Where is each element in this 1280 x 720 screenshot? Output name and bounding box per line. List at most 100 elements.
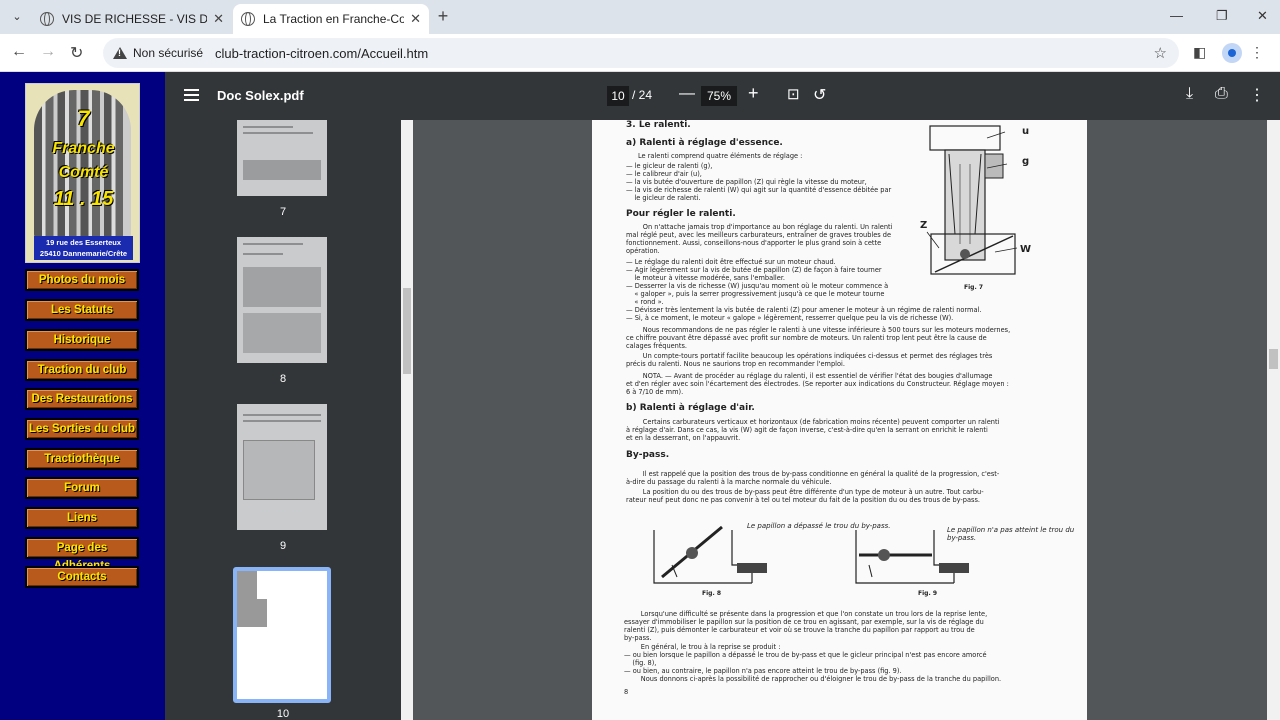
menu-tractiotheque[interactable]: Tractiothèque (25, 448, 139, 470)
tab-vis-de-richesse[interactable]: VIS DE RICHESSE - VIS DE REGLA ✕ (32, 4, 232, 34)
menu-contacts[interactable]: Contacts (25, 566, 139, 588)
thumbnail-label: 8 (279, 373, 287, 385)
side-panel-icon[interactable]: ◧ (1193, 44, 1206, 61)
new-tab-plus-icon[interactable]: + (433, 6, 453, 27)
viewer-scrollbar[interactable] (1267, 120, 1280, 720)
tab-title: La Traction en Franche-Comté (263, 12, 405, 26)
minimize-icon[interactable]: — (1170, 8, 1183, 23)
pdf-viewer: 3. Le ralenti. a) Ralenti à réglage d'es… (413, 120, 1267, 720)
logo-address: 19 rue des Esserteux 25410 Dannemarie/Cr… (34, 236, 133, 260)
menu-liens[interactable]: Liens (25, 507, 139, 529)
forward-arrow-icon[interactable]: → (40, 43, 56, 61)
scrollbar-thumb[interactable] (1269, 349, 1278, 369)
page-number-input[interactable]: 10 (607, 86, 629, 106)
paragraph: La position du ou des trous de by-pass p… (626, 488, 984, 504)
security-label: Non sécurisé (133, 46, 204, 60)
list: — le gicleur de ralenti (g), — le calibr… (626, 162, 892, 202)
paragraph: En général, le trou à la reprise se prod… (624, 643, 1002, 683)
globe-icon (40, 12, 54, 26)
thumbnail-page-8[interactable] (237, 237, 327, 363)
fig9-note: Le papillon n'a pas atteint le trou du b… (947, 526, 1075, 542)
bookmark-star-icon[interactable]: ☆ (1154, 44, 1167, 62)
paragraph: Lorsqu'une difficulté se présente dans l… (624, 610, 988, 642)
subsection-heading: Pour régler le ralenti. (626, 209, 736, 219)
thumbnail-page-9[interactable] (237, 404, 327, 530)
close-tab-icon[interactable]: ✕ (213, 11, 224, 27)
security-indicator[interactable]: Non sécurisé (103, 46, 211, 60)
tab-title: VIS DE RICHESSE - VIS DE REGLA (62, 12, 208, 26)
logo-region-1: Franche (52, 140, 115, 157)
warning-icon (113, 46, 127, 60)
thumbnail-page-10-selected[interactable] (233, 567, 331, 703)
paragraph: Nous recommandons de ne pas régler le ra… (626, 326, 1011, 350)
close-window-icon[interactable]: ✕ (1257, 8, 1268, 24)
print-icon[interactable]: ⎙ (1215, 85, 1228, 103)
thumbnail-label: 7 (279, 206, 287, 218)
figure-caption: Fig. 9 (918, 590, 937, 597)
menu-les-sorties-du-club[interactable]: Les Sorties du club (25, 418, 139, 440)
tab-search-chevron-icon[interactable]: ⌄ (8, 8, 26, 26)
bypass-figure-8 (653, 525, 767, 584)
paragraph: Un compte-tours portatif facilite beauco… (626, 352, 993, 368)
paragraph: On n'attache jamais trop d'importance au… (626, 223, 893, 255)
fig7-label-u: u (1022, 126, 1030, 137)
menu-traction-du-club[interactable]: Traction du club (25, 359, 139, 381)
club-logo: 7 Franche Comté 11 . 15 19 rue des Esser… (25, 83, 140, 263)
subsection-heading: a) Ralenti à réglage d'essence. (626, 138, 783, 148)
tab-traction-franche-comte[interactable]: La Traction en Franche-Comté ✕ (233, 4, 429, 34)
back-arrow-icon[interactable]: ← (11, 43, 27, 61)
thumbnail-page-7[interactable] (237, 120, 327, 196)
pdf-toolbar: Doc Solex.pdf 10 / 24 — 75% + ⊡ ↺ ⤓ ⎙ ⋮ (165, 72, 1280, 120)
fig7-label-g: g (1022, 156, 1030, 167)
page-number: 8 (624, 688, 629, 696)
tab-strip: ⌄ VIS DE RICHESSE - VIS DE REGLA ✕ La Tr… (0, 0, 1280, 34)
paragraph: NOTA. — Avant de procéder au réglage du … (626, 372, 1009, 396)
menu-forum[interactable]: Forum (25, 477, 139, 499)
carburetor-figure-7 (926, 125, 1018, 275)
thumbnail-label: 9 (279, 540, 287, 552)
more-menu-icon[interactable]: ⋮ (1250, 44, 1264, 61)
menu-photos-du-mois[interactable]: Photos du mois (25, 269, 139, 291)
globe-icon (241, 12, 255, 26)
menu-icon[interactable] (184, 89, 199, 101)
address-bar[interactable]: Non sécurisé club-traction-citroen.com/A… (103, 38, 1179, 68)
zoom-in-icon[interactable]: + (748, 83, 759, 104)
zoom-out-icon[interactable]: — (679, 85, 695, 103)
address-line-2: 25410 Dannemarie/Crête (39, 249, 128, 258)
subsection-heading: b) Ralenti à réglage d'air. (626, 403, 755, 413)
browser-toolbar: ← → ↻ Non sécurisé club-traction-citroen… (0, 34, 1280, 72)
fig7-label-z: Z (920, 220, 928, 231)
figure-caption: Fig. 7 (964, 284, 983, 291)
logo-model: 11 . 15 (53, 188, 114, 210)
section-heading: 3. Le ralenti. (626, 120, 691, 130)
logo-region-2: Comté (58, 164, 109, 181)
scrollbar-thumb[interactable] (403, 288, 411, 374)
thumbnail-scrollbar[interactable] (401, 120, 413, 720)
close-tab-icon[interactable]: ✕ (410, 11, 421, 27)
page-total: / 24 (632, 88, 653, 102)
restore-icon[interactable]: ❐ (1216, 8, 1228, 24)
pdf-filename: Doc Solex.pdf (217, 88, 304, 103)
subsection-heading: By-pass. (626, 450, 670, 460)
paragraph: Le ralenti comprend quatre éléments de r… (638, 152, 803, 160)
url-text[interactable]: club-traction-citroen.com/Accueil.htm (215, 46, 428, 61)
reload-icon[interactable]: ↻ (70, 43, 83, 63)
rotate-icon[interactable]: ↺ (813, 85, 826, 105)
menu-des-restaurations[interactable]: Des Restaurations (25, 388, 139, 410)
user-icon (1228, 49, 1236, 57)
fit-page-icon[interactable]: ⊡ (787, 85, 800, 103)
download-icon[interactable]: ⤓ (1186, 85, 1193, 103)
paragraph: Certains carburateurs verticaux et horiz… (626, 418, 1000, 442)
thumbnail-panel: 7 8 9 10 (165, 120, 401, 720)
logo-number: 7 (77, 106, 90, 131)
menu-page-des-adherents[interactable]: Page des Adhérents (25, 537, 139, 572)
paragraph: Il est rappelé que la position des trous… (626, 470, 1000, 486)
figure-caption: Fig. 8 (702, 590, 721, 597)
address-line-1: 19 rue des Esserteux (45, 238, 122, 247)
zoom-input[interactable]: 75% (701, 86, 737, 106)
more-actions-icon[interactable]: ⋮ (1249, 85, 1265, 105)
menu-historique[interactable]: Historique (25, 329, 139, 351)
profile-avatar[interactable] (1222, 43, 1242, 63)
menu-les-statuts[interactable]: Les Statuts (25, 299, 139, 321)
thumbnail-label: 10 (276, 708, 290, 720)
